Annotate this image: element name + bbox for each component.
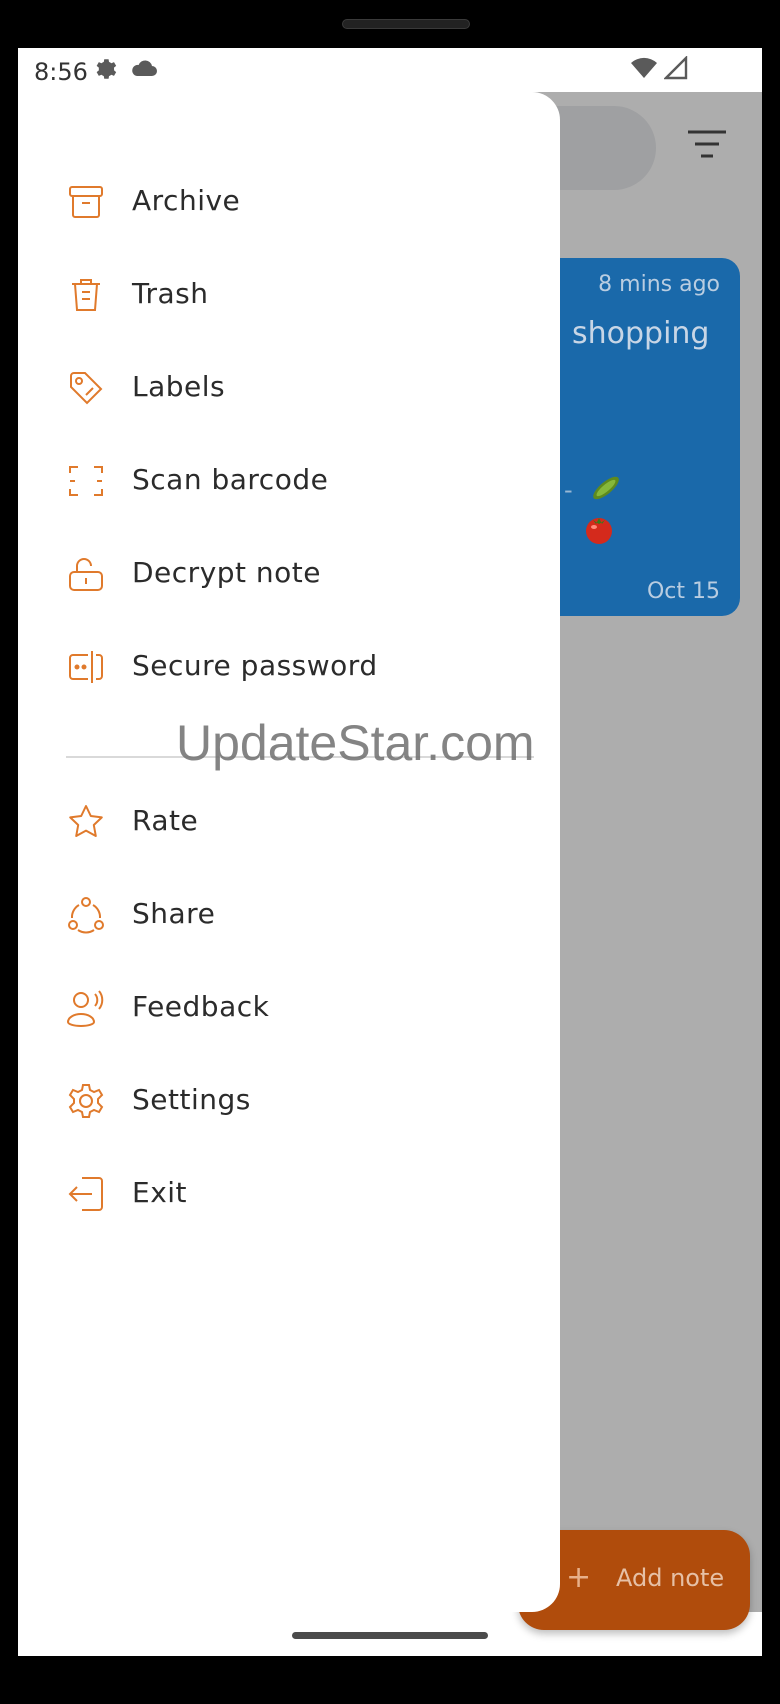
menu-label: Settings — [132, 1083, 251, 1116]
menu-label: Exit — [132, 1176, 188, 1209]
share-icon — [68, 897, 104, 934]
home-indicator[interactable] — [292, 1632, 488, 1639]
cloud-icon — [132, 60, 157, 76]
menu-label: Secure password — [132, 649, 378, 682]
trash-icon — [72, 279, 100, 311]
navigation-drawer: Archive Trash Labels Scan barcode Decryp… — [18, 92, 560, 1612]
menu-label: Labels — [132, 370, 226, 403]
menu-item-settings[interactable]: Settings — [18, 1058, 560, 1144]
exit-icon — [68, 1177, 103, 1211]
add-note-label: Add note — [616, 1564, 725, 1592]
menu-label: Scan barcode — [132, 463, 329, 496]
menu-item-share[interactable]: Share — [18, 872, 560, 958]
status-bar: 8:56 — [18, 48, 762, 92]
menu-item-labels[interactable]: Labels — [18, 345, 560, 431]
note-title: shopping — [572, 316, 710, 351]
note-date: Oct 15 — [646, 579, 720, 604]
menu-item-trash[interactable]: Trash — [18, 252, 560, 338]
menu-item-decrypt-note[interactable]: Decrypt note — [18, 531, 560, 617]
status-time: 8:56 — [34, 58, 88, 86]
gear-icon — [96, 59, 117, 79]
gear-icon — [68, 1084, 104, 1118]
menu-item-scan-barcode[interactable]: Scan barcode — [18, 438, 560, 524]
barcode-scan-icon — [69, 466, 103, 496]
star-icon — [69, 805, 103, 837]
menu-label: Rate — [132, 804, 199, 837]
phone-speaker — [342, 19, 470, 29]
tag-icon — [70, 372, 103, 405]
wifi-icon — [631, 57, 657, 78]
note-list-marker: - — [564, 476, 573, 504]
note-timestamp: 8 mins ago — [598, 272, 720, 297]
archive-icon — [69, 186, 103, 218]
unlock-icon — [69, 558, 103, 591]
menu-item-secure-password[interactable]: Secure password — [18, 624, 560, 710]
cucumber-emoji-icon — [593, 476, 619, 500]
tomato-emoji-icon — [586, 518, 612, 544]
phone-screen: 8:56 8 mins ago shopping - Oct 15 + Add … — [18, 48, 762, 1656]
plus-icon: + — [566, 1560, 592, 1595]
feedback-icon — [66, 990, 104, 1027]
menu-label: Feedback — [132, 990, 270, 1023]
menu-item-feedback[interactable]: Feedback — [18, 965, 560, 1051]
cell-signal-icon — [664, 56, 688, 80]
menu-label: Share — [132, 897, 216, 930]
filter-icon[interactable] — [686, 128, 728, 160]
menu-item-exit[interactable]: Exit — [18, 1151, 560, 1237]
menu-label: Decrypt note — [132, 556, 321, 589]
menu-label: Trash — [132, 277, 209, 310]
menu-item-archive[interactable]: Archive — [18, 159, 560, 245]
password-icon — [69, 651, 103, 683]
menu-label: Archive — [132, 184, 241, 217]
menu-item-rate[interactable]: Rate — [18, 779, 560, 865]
watermark: UpdateStar.com — [176, 715, 535, 771]
